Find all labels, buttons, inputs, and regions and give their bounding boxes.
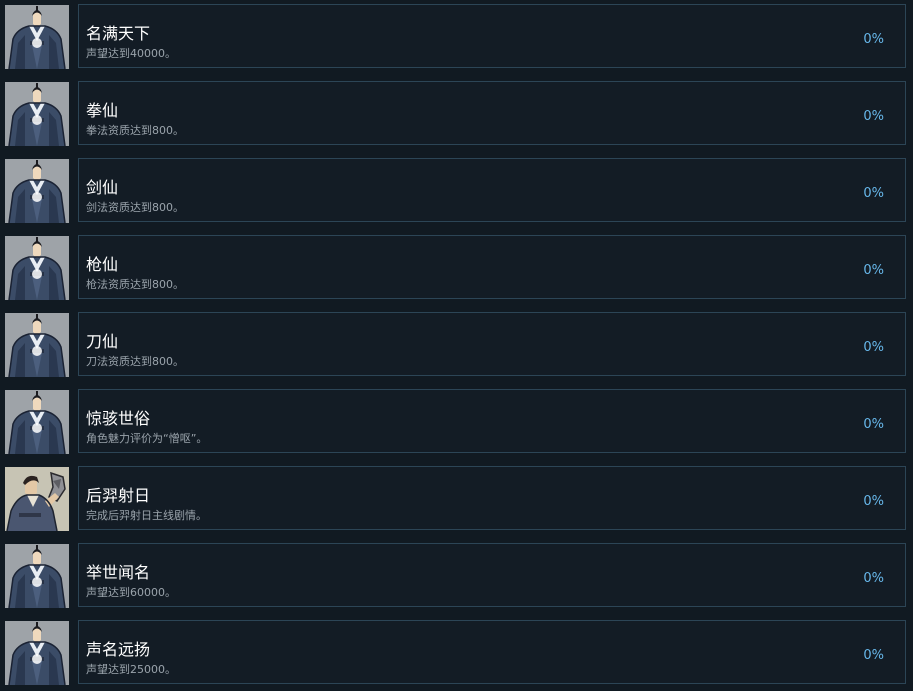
achievement-card[interactable]: 惊骇世俗 角色魅力评价为“憎呕”。 0% bbox=[78, 389, 906, 453]
achievement-card[interactable]: 声名远扬 声望达到25000。 0% bbox=[78, 620, 906, 684]
achievement-description: 角色魅力评价为“憎呕”。 bbox=[86, 432, 208, 445]
achievement-description: 刀法资质达到800。 bbox=[86, 355, 184, 368]
unlock-percent: 0% bbox=[863, 263, 884, 278]
robed-man-icon bbox=[5, 236, 69, 300]
robed-man-icon bbox=[5, 313, 69, 377]
unlock-percent: 0% bbox=[863, 571, 884, 586]
achievement-row[interactable]: 声名远扬 声望达到25000。 0% bbox=[0, 620, 913, 686]
robed-man-icon bbox=[5, 159, 69, 223]
unlock-percent: 0% bbox=[863, 32, 884, 47]
achievement-row[interactable]: 惊骇世俗 角色魅力评价为“憎呕”。 0% bbox=[0, 389, 913, 455]
achievement-description: 完成后羿射日主线剧情。 bbox=[86, 509, 207, 522]
unlock-percent: 0% bbox=[863, 648, 884, 663]
unlock-percent: 0% bbox=[863, 494, 884, 509]
achievement-row[interactable]: 举世闻名 声望达到60000。 0% bbox=[0, 543, 913, 609]
achievement-title: 刀仙 bbox=[86, 332, 119, 351]
achievement-card[interactable]: 枪仙 枪法资质达到800。 0% bbox=[78, 235, 906, 299]
robed-man-icon bbox=[5, 621, 69, 685]
unlock-percent: 0% bbox=[863, 417, 884, 432]
achievement-card[interactable]: 刀仙 刀法资质达到800。 0% bbox=[78, 312, 906, 376]
achievement-title: 剑仙 bbox=[86, 178, 119, 197]
achievement-title: 举世闻名 bbox=[86, 563, 151, 582]
achievement-card[interactable]: 拳仙 拳法资质达到800。 0% bbox=[78, 81, 906, 145]
achievement-title: 拳仙 bbox=[86, 101, 119, 120]
achievement-row[interactable]: 后羿射日 完成后羿射日主线剧情。 0% bbox=[0, 466, 913, 532]
achievement-title: 声名远扬 bbox=[86, 640, 151, 659]
achievement-description: 声望达到60000。 bbox=[86, 586, 176, 599]
achievement-list: 名满天下 声望达到40000。 0% 拳仙 拳法资质达到800。 0% 剑仙 剑… bbox=[0, 0, 913, 691]
robed-man-icon bbox=[5, 544, 69, 608]
unlock-percent: 0% bbox=[863, 186, 884, 201]
achievement-card[interactable]: 名满天下 声望达到40000。 0% bbox=[78, 4, 906, 68]
achievement-description: 枪法资质达到800。 bbox=[86, 278, 184, 291]
achievement-description: 拳法资质达到800。 bbox=[86, 124, 184, 137]
achievement-row[interactable]: 拳仙 拳法资质达到800。 0% bbox=[0, 81, 913, 147]
unlock-percent: 0% bbox=[863, 340, 884, 355]
achievement-row[interactable]: 剑仙 剑法资质达到800。 0% bbox=[0, 158, 913, 224]
achievement-card[interactable]: 剑仙 剑法资质达到800。 0% bbox=[78, 158, 906, 222]
robed-man-icon bbox=[5, 82, 69, 146]
achievement-description: 声望达到40000。 bbox=[86, 47, 176, 60]
unlock-percent: 0% bbox=[863, 109, 884, 124]
achievement-row[interactable]: 枪仙 枪法资质达到800。 0% bbox=[0, 235, 913, 301]
archer-icon bbox=[5, 467, 69, 531]
achievement-description: 剑法资质达到800。 bbox=[86, 201, 184, 214]
achievement-title: 枪仙 bbox=[86, 255, 119, 274]
achievement-title: 后羿射日 bbox=[86, 486, 151, 505]
achievement-row[interactable]: 名满天下 声望达到40000。 0% bbox=[0, 4, 913, 70]
achievement-card[interactable]: 后羿射日 完成后羿射日主线剧情。 0% bbox=[78, 466, 906, 530]
achievement-title: 惊骇世俗 bbox=[86, 409, 151, 428]
achievement-card[interactable]: 举世闻名 声望达到60000。 0% bbox=[78, 543, 906, 607]
achievement-description: 声望达到25000。 bbox=[86, 663, 176, 676]
robed-man-icon bbox=[5, 5, 69, 69]
achievement-title: 名满天下 bbox=[86, 24, 151, 43]
achievement-row[interactable]: 刀仙 刀法资质达到800。 0% bbox=[0, 312, 913, 378]
robed-man-icon bbox=[5, 390, 69, 454]
